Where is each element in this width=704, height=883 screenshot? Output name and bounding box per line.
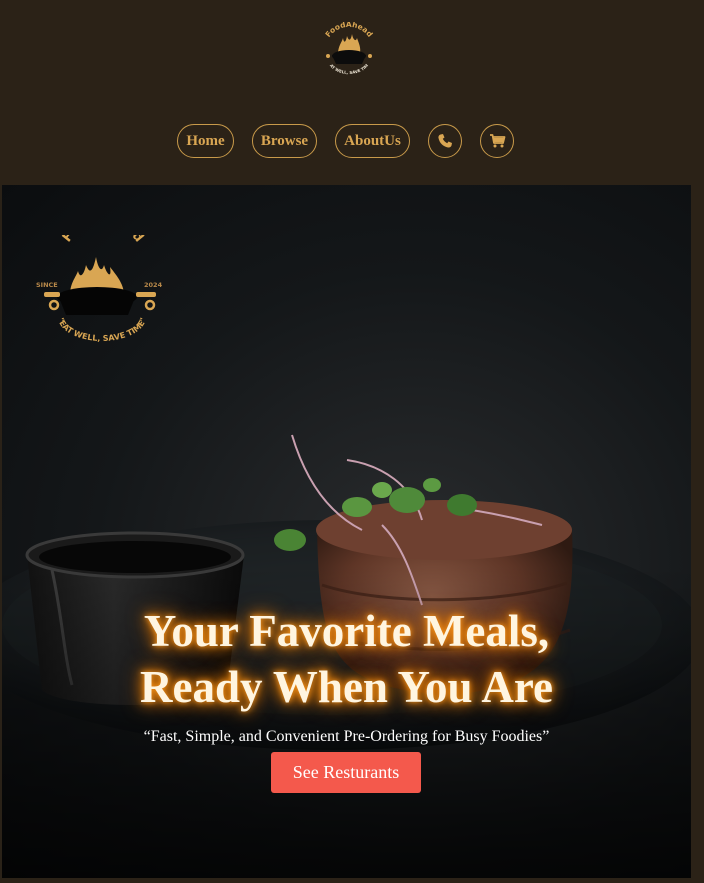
cart-icon [489,134,505,148]
nav-home[interactable]: Home [177,124,234,158]
phone-button[interactable] [428,124,462,158]
hero-title: Your Favorite Meals, Ready When You Are [2,603,691,715]
right-edge-strip [691,185,704,883]
main-nav: Home Browse AboutUs [0,124,704,160]
hero-title-line-1: Your Favorite Meals, [143,606,550,656]
svg-text:"EAT WELL, SAVE TIME": "EAT WELL, SAVE TIME" [56,317,148,343]
bottom-edge-strip [0,878,704,883]
nav-aboutus[interactable]: AboutUs [335,124,410,158]
site-header: FoodAhead "EAT WELL, SAVE TIME" Home Bro… [0,0,704,185]
hero-logo-brand: FoodAhead [60,235,146,245]
hero-logo-year: 2024 [144,281,163,289]
header-logo-brand: FoodAhead [323,22,374,39]
page: FoodAhead "EAT WELL, SAVE TIME" Home Bro… [0,0,704,883]
hero-logo: FoodAhead SINCE 2024 "EAT WELL, SAVE TIM… [36,235,163,343]
phone-icon [438,134,452,148]
hero-section: FoodAhead SINCE 2024 "EAT WELL, SAVE TIM… [2,185,691,878]
hero-logo-since: SINCE [36,281,58,289]
cart-button[interactable] [480,124,514,158]
see-restaurants-button[interactable]: See Resturants [271,752,421,793]
header-logo[interactable]: FoodAhead "EAT WELL, SAVE TIME" [316,22,382,80]
svg-text:FoodAhead: FoodAhead [60,235,146,245]
svg-text:FoodAhead: FoodAhead [323,22,374,39]
nav-browse[interactable]: Browse [252,124,317,158]
hero-subtitle: “Fast, Simple, and Convenient Pre-Orderi… [143,728,550,745]
hero-logo-slogan: "EAT WELL, SAVE TIME" [56,317,148,343]
hero-title-line-2: Ready When You Are [140,662,553,712]
